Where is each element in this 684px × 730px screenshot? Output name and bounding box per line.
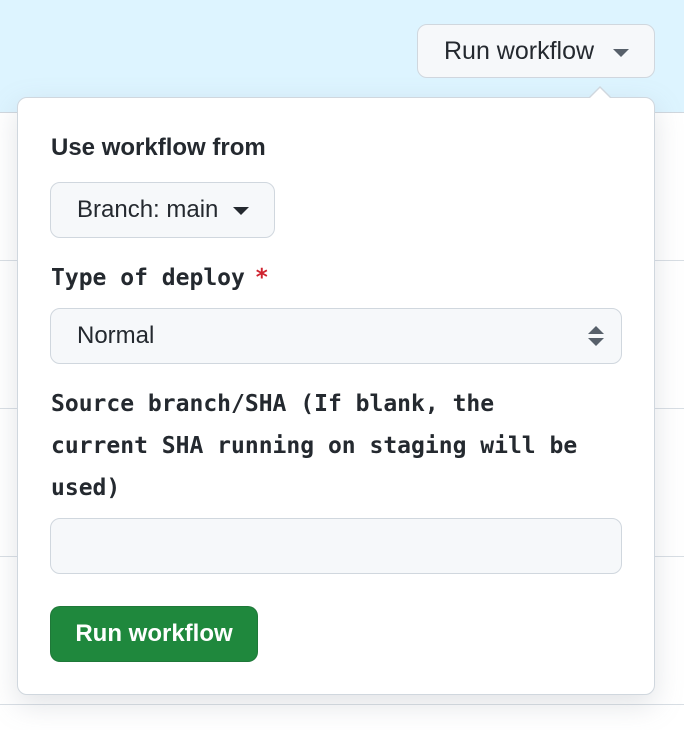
run-workflow-dropdown-label: Run workflow — [444, 36, 595, 65]
select-down-icon — [588, 338, 604, 346]
branch-select-label: Branch: main — [77, 196, 219, 223]
source-branch-input[interactable] — [50, 518, 622, 574]
required-marker: * — [254, 265, 269, 291]
source-branch-label-line: current SHA running on staging will be — [51, 433, 578, 459]
chevron-down-icon — [613, 49, 629, 57]
source-branch-label-line: used) — [51, 475, 121, 501]
list-divider — [0, 704, 684, 705]
run-workflow-submit-button[interactable]: Run workflow — [50, 606, 258, 662]
deploy-type-selected-value: Normal — [77, 322, 155, 349]
deploy-type-label-text: Type of deploy — [51, 265, 245, 291]
deploy-type-select[interactable]: Normal — [50, 308, 622, 364]
source-branch-label-line: Source branch/SHA (If blank, the — [51, 391, 495, 417]
popover-arrow-fill — [590, 88, 610, 98]
workflow-page: Run workflow Use workflow from Branch: m… — [0, 0, 684, 730]
source-branch-label: Source branch/SHA (If blank, the current… — [51, 383, 577, 509]
deploy-type-label: Type of deploy * — [51, 257, 269, 299]
branch-select-button[interactable]: Branch: main — [50, 182, 275, 238]
use-workflow-from-label: Use workflow from — [51, 134, 266, 161]
select-up-icon — [588, 326, 604, 334]
chevron-down-icon — [233, 207, 249, 215]
run-workflow-dropdown-button[interactable]: Run workflow — [417, 24, 655, 78]
